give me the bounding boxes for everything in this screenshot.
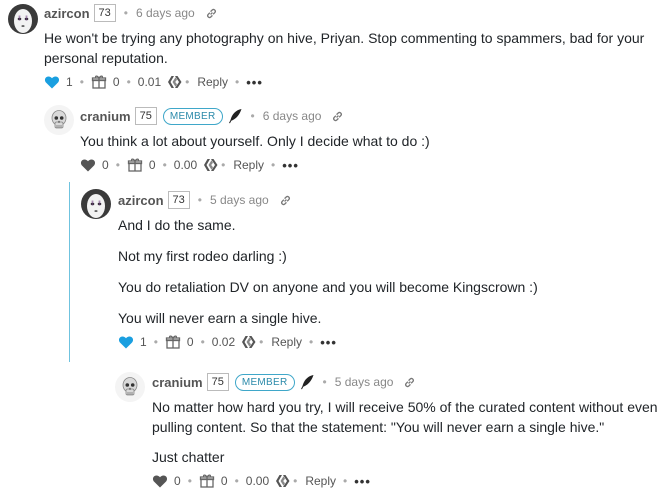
gift-count: 0	[148, 158, 156, 172]
separator-dot: •	[187, 474, 192, 488]
gift-count: 0	[186, 335, 194, 349]
separator-dot: •	[197, 193, 202, 207]
reputation-score: 75	[206, 373, 229, 391]
more-options-icon[interactable]: •••	[320, 335, 337, 350]
vote-count[interactable]: 0	[102, 158, 109, 172]
separator-dot: •	[221, 158, 226, 172]
upvote-heart-icon[interactable]	[152, 473, 168, 489]
separator-dot: •	[123, 6, 128, 20]
reputation-score: 73	[167, 191, 190, 209]
avatar-image	[44, 105, 74, 135]
permalink-icon[interactable]	[205, 7, 218, 20]
comment-text-line: You think a lot about yourself. Only I d…	[80, 133, 430, 149]
comment-text-line: personal reputation.	[44, 50, 168, 66]
upvote-heart-icon[interactable]	[80, 157, 96, 173]
separator-dot: •	[185, 75, 190, 89]
separator-dot: •	[235, 75, 240, 89]
separator-dot: •	[322, 375, 327, 389]
separator-dot: •	[309, 335, 314, 349]
permalink-icon[interactable]	[279, 194, 292, 207]
quill-icon	[227, 108, 243, 124]
avatar[interactable]	[44, 105, 74, 135]
avatar[interactable]	[115, 372, 145, 402]
permalink-icon[interactable]	[331, 110, 344, 123]
reply-button[interactable]: Reply	[305, 474, 336, 488]
hive-icon	[241, 334, 257, 350]
reply-button[interactable]: Reply	[271, 335, 302, 349]
separator-dot: •	[200, 335, 205, 349]
timestamp[interactable]: 6 days ago	[263, 109, 322, 123]
comment-text-line: You will never earn a single hive.	[118, 310, 322, 326]
comment-text-line: No matter how hard you try, I will recei…	[152, 399, 658, 415]
gift-icon[interactable]	[199, 473, 215, 489]
avatar-image	[81, 189, 111, 219]
comment-text-line: Not my first rodeo darling :)	[118, 248, 287, 264]
more-options-icon[interactable]: •••	[354, 474, 371, 489]
timestamp[interactable]: 6 days ago	[136, 6, 195, 20]
timestamp[interactable]: 5 days ago	[335, 375, 394, 389]
separator-dot: •	[343, 474, 348, 488]
author-name[interactable]: cranium	[80, 109, 131, 124]
hive-icon	[275, 473, 291, 489]
permalink-icon[interactable]	[403, 376, 416, 389]
member-badge: MEMBER	[234, 373, 295, 391]
timestamp[interactable]: 5 days ago	[210, 193, 269, 207]
separator-dot: •	[115, 158, 120, 172]
reply-button[interactable]: Reply	[233, 158, 264, 172]
separator-dot: •	[234, 474, 239, 488]
vote-count[interactable]: 0	[174, 474, 181, 488]
separator-dot: •	[293, 474, 298, 488]
hive-icon	[167, 74, 183, 90]
separator-dot: •	[271, 158, 276, 172]
separator-dot: •	[250, 109, 255, 123]
gift-count: 0	[112, 75, 120, 89]
gift-icon[interactable]	[127, 157, 143, 173]
author-name[interactable]: cranium	[152, 375, 203, 390]
comment-text-line: You do retaliation DV on anyone and you …	[118, 279, 538, 295]
gift-icon[interactable]	[165, 334, 181, 350]
reputation-score: 75	[134, 107, 157, 125]
payout-value[interactable]: 0.02	[212, 335, 235, 349]
quill-icon	[299, 374, 315, 390]
comment-text-line: pulling content. So that the statement: …	[152, 419, 605, 435]
separator-dot: •	[153, 335, 158, 349]
more-options-icon[interactable]: •••	[246, 75, 263, 90]
vote-count[interactable]: 1	[66, 75, 73, 89]
member-badge: MEMBER	[162, 107, 223, 125]
payout-value[interactable]: 0.00	[174, 158, 197, 172]
gift-count: 0	[220, 474, 228, 488]
separator-dot: •	[162, 158, 167, 172]
thread-line	[69, 182, 70, 362]
payout-value[interactable]: 0.01	[138, 75, 161, 89]
avatar[interactable]	[81, 189, 111, 219]
hive-icon	[203, 157, 219, 173]
author-name[interactable]: azircon	[44, 6, 90, 21]
avatar[interactable]	[8, 4, 38, 34]
upvote-heart-icon[interactable]	[118, 334, 134, 350]
separator-dot: •	[79, 75, 84, 89]
avatar-image	[115, 372, 145, 402]
separator-dot: •	[126, 75, 131, 89]
more-options-icon[interactable]: •••	[282, 158, 299, 173]
payout-value[interactable]: 0.00	[246, 474, 269, 488]
upvote-heart-icon[interactable]	[44, 74, 60, 90]
comment-text-line: And I do the same.	[118, 217, 236, 233]
separator-dot: •	[259, 335, 264, 349]
avatar-image	[8, 4, 38, 34]
vote-count[interactable]: 1	[140, 335, 147, 349]
author-name[interactable]: azircon	[118, 193, 164, 208]
reply-button[interactable]: Reply	[197, 75, 228, 89]
comment-text-line: He won't be trying any photography on hi…	[44, 30, 645, 46]
gift-icon[interactable]	[91, 74, 107, 90]
reputation-score: 73	[93, 4, 116, 22]
comment-text-line: Just chatter	[152, 449, 225, 465]
